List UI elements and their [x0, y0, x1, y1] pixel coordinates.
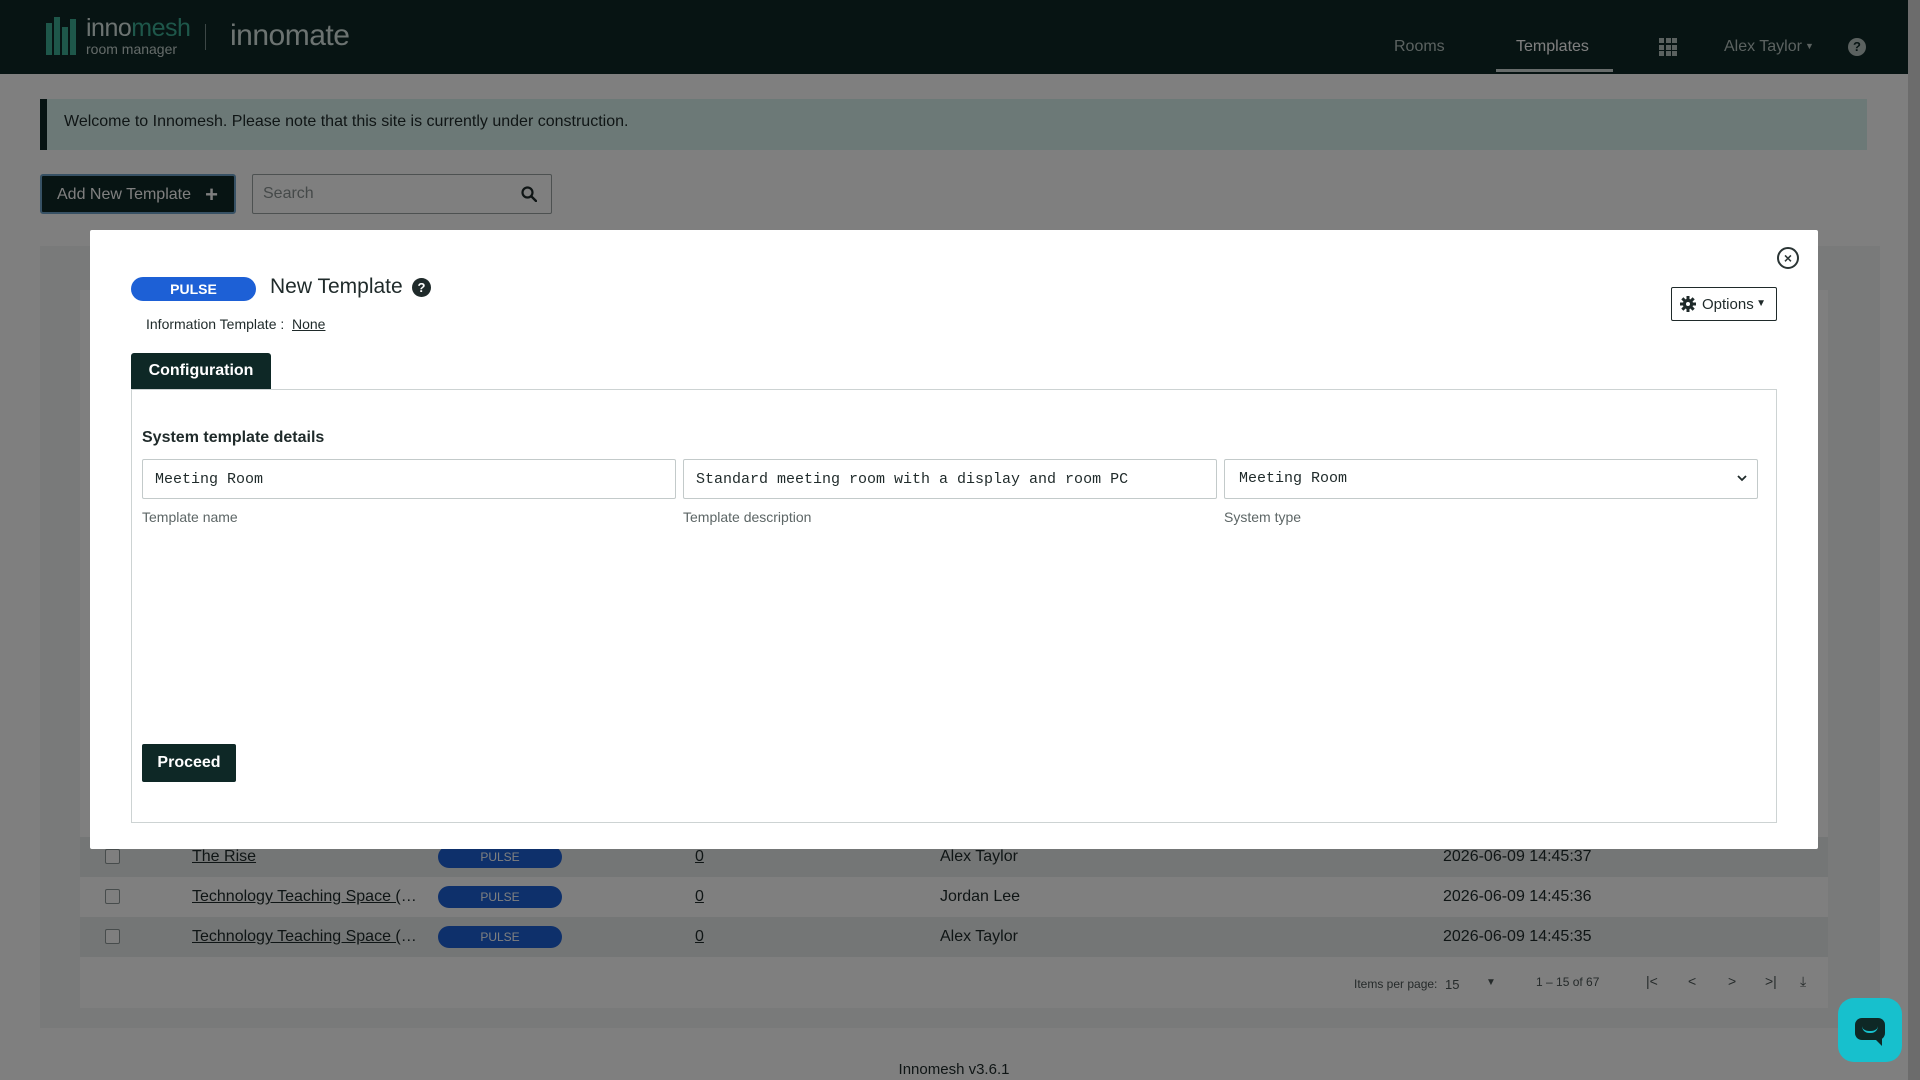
system-type-value: Meeting Room — [1239, 470, 1348, 487]
template-name-field — [142, 459, 676, 499]
pulse-badge: PULSE — [131, 277, 256, 301]
chat-widget-button[interactable] — [1838, 998, 1902, 1062]
close-icon[interactable]: × — [1777, 247, 1799, 269]
template-name-label: Template name — [142, 509, 238, 525]
section-heading: System template details — [142, 429, 325, 446]
template-description-field — [683, 459, 1217, 499]
proceed-button[interactable]: Proceed — [142, 744, 236, 782]
template-name-input[interactable] — [143, 460, 675, 498]
template-description-input[interactable] — [684, 460, 1216, 498]
tab-configuration[interactable]: Configuration — [131, 353, 271, 389]
chevron-down-icon — [1737, 475, 1747, 482]
options-button[interactable]: Options ▼ — [1671, 287, 1777, 321]
caret-down-icon: ▼ — [1756, 298, 1766, 309]
system-type-label: System type — [1224, 509, 1302, 525]
information-template-link[interactable]: None — [292, 316, 325, 332]
configuration-panel: System template details Template name Te… — [131, 389, 1777, 823]
help-icon[interactable]: ? — [412, 278, 431, 297]
system-type-select[interactable]: Meeting Room — [1224, 459, 1758, 499]
options-label: Options — [1702, 296, 1754, 313]
modal-title: New Template — [270, 275, 403, 298]
template-description-label: Template description — [683, 509, 812, 525]
gear-icon — [1680, 296, 1696, 312]
information-template-label: Information Template : — [146, 316, 285, 332]
new-template-modal: × PULSE New Template ? Information Templ… — [90, 230, 1818, 849]
